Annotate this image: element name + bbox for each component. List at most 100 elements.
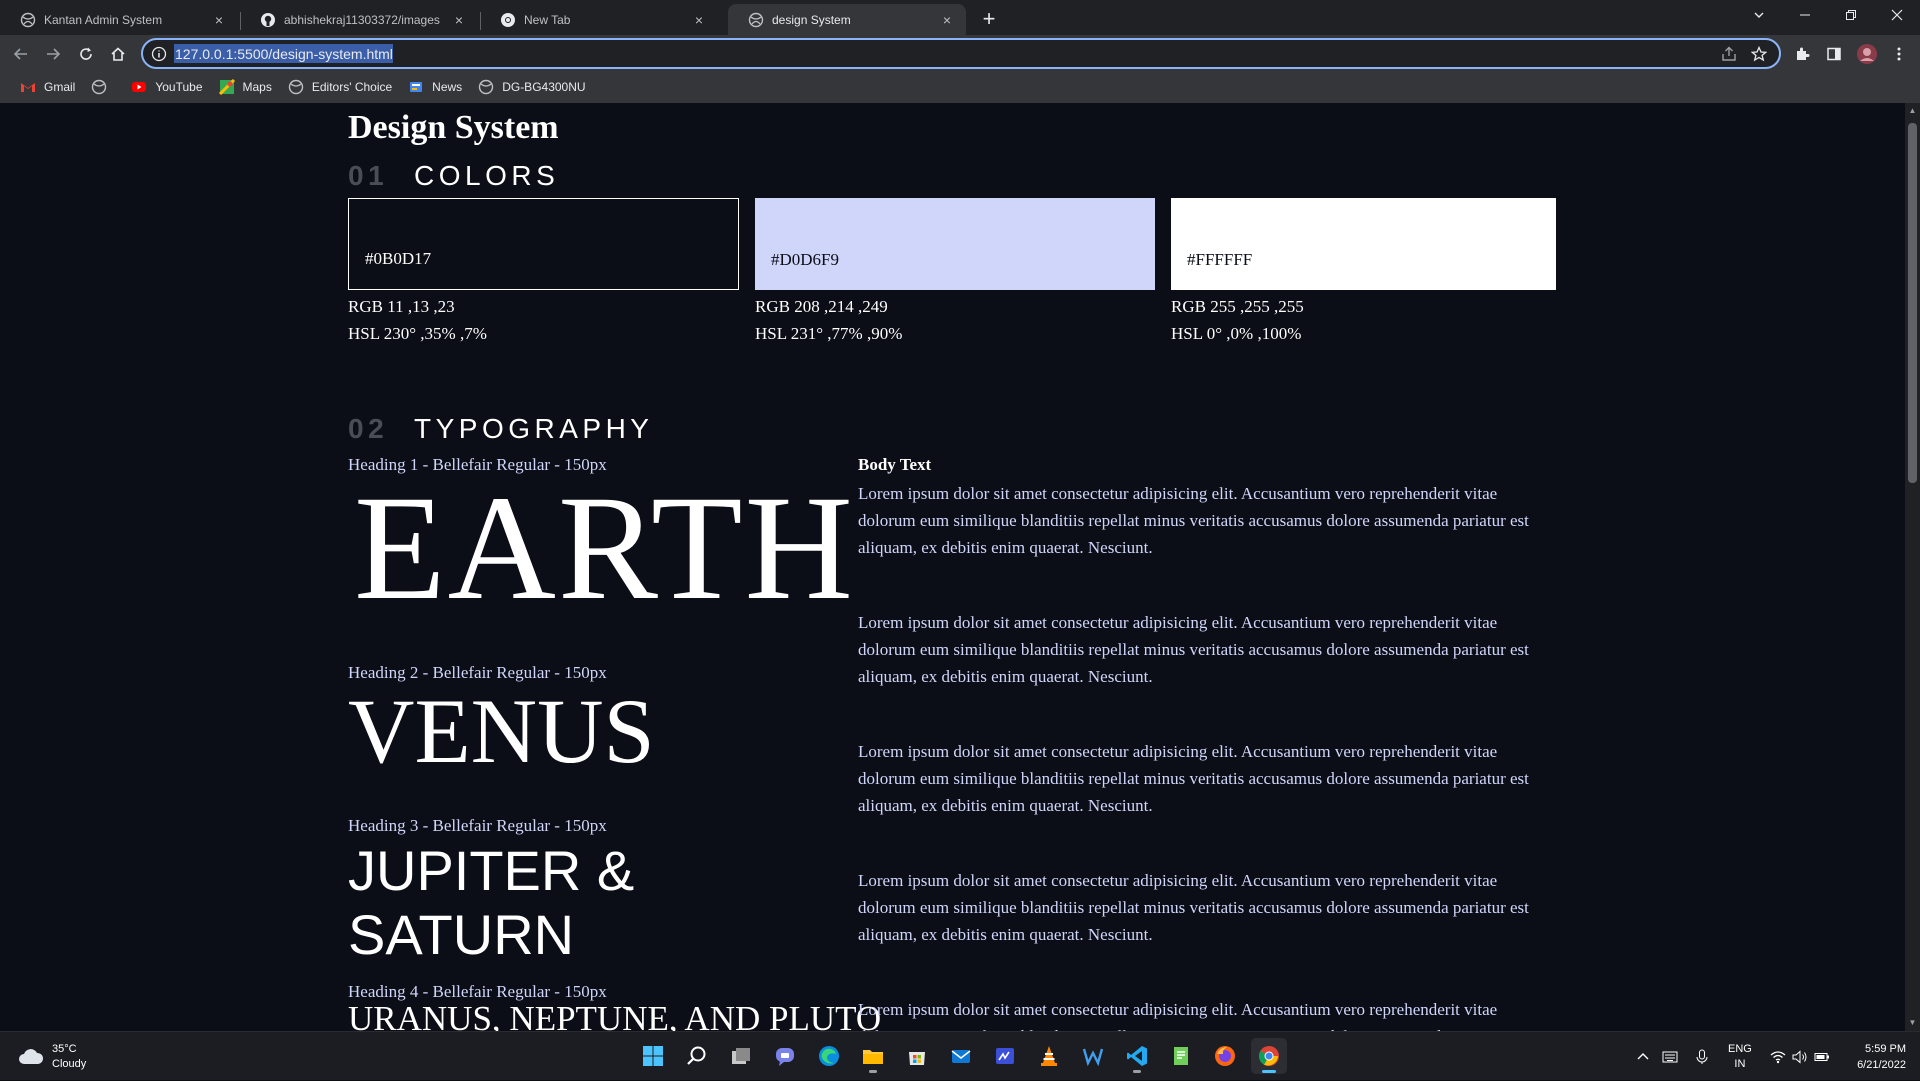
tab-close-button[interactable]: × <box>208 9 230 31</box>
vlc-icon <box>1041 1046 1057 1066</box>
restore-button[interactable] <box>1828 0 1874 30</box>
swatch-rgb: RGB 255 ,255 ,255 <box>1171 297 1304 316</box>
language-code: ENG <box>1728 1042 1752 1055</box>
scroll-up-arrow[interactable]: ▲ <box>1908 106 1917 115</box>
clock-date: 6/21/2022 <box>1857 1059 1906 1071</box>
chat-button[interactable] <box>767 1038 803 1074</box>
more-vertical-icon <box>1897 47 1901 61</box>
input-language-button[interactable]: ENG IN <box>1728 1032 1752 1081</box>
start-button[interactable] <box>635 1038 671 1074</box>
scroll-down-arrow[interactable]: ▼ <box>1908 1018 1917 1027</box>
vertical-scrollbar[interactable]: ▲ ▼ <box>1905 103 1920 1031</box>
home-button[interactable] <box>103 39 133 69</box>
tab-close-button[interactable]: × <box>448 9 470 31</box>
section-title: COLORS <box>414 160 560 191</box>
task-view-button[interactable] <box>723 1038 759 1074</box>
active-indicator <box>1262 1070 1276 1073</box>
back-button[interactable] <box>6 39 36 69</box>
side-panel-button[interactable] <box>1822 42 1846 66</box>
vscode-icon <box>1127 1046 1147 1066</box>
avatar-icon <box>1857 44 1877 64</box>
whiteboard-icon <box>996 1048 1014 1064</box>
network-volume-battery-button[interactable] <box>1770 1032 1830 1081</box>
search-icon <box>687 1046 706 1065</box>
clock-button[interactable]: 5:59 PM 6/21/2022 <box>1857 1041 1906 1073</box>
weather-widget[interactable]: 35°C Cloudy <box>18 1042 86 1072</box>
color-swatch-dark: #0B0D17 <box>348 198 739 290</box>
tab-search-button[interactable] <box>1736 0 1782 30</box>
address-bar[interactable] <box>141 38 1781 69</box>
profile-button[interactable] <box>1855 42 1879 66</box>
swatch-hex: #FFFFFF <box>1187 250 1253 269</box>
microsoft-store-button[interactable] <box>899 1038 935 1074</box>
page-viewport: Design System 01 COLORS #0B0D17 RGB 11 ,… <box>0 103 1905 1031</box>
chrome-taskbar-button[interactable] <box>1251 1038 1287 1074</box>
firefox-icon <box>1215 1046 1235 1066</box>
close-window-button[interactable] <box>1874 0 1920 30</box>
taskbar-search-button[interactable] <box>679 1038 715 1074</box>
new-tab-button[interactable]: + <box>975 5 1003 33</box>
tab-github-images[interactable]: abhishekraj11303372/images × <box>240 4 478 35</box>
minimize-button[interactable] <box>1782 0 1828 30</box>
chrome-menu-button[interactable] <box>1887 42 1911 66</box>
tab-close-button[interactable]: × <box>688 9 710 31</box>
youtube-icon <box>132 82 147 92</box>
side-panel-icon <box>1827 47 1841 61</box>
forward-button[interactable] <box>38 39 68 69</box>
url-input[interactable] <box>175 45 1719 62</box>
tab-new-tab[interactable]: New Tab × <box>480 4 718 35</box>
task-view-icon <box>732 1048 750 1064</box>
tab-kantan-admin[interactable]: Kantan Admin System × <box>0 4 238 35</box>
reload-icon <box>80 47 92 60</box>
vlc-button[interactable] <box>1031 1038 1067 1074</box>
news-icon <box>410 82 423 92</box>
store-icon <box>909 1052 925 1065</box>
swatch-hex: #D0D6F9 <box>771 250 840 269</box>
globe-icon <box>20 12 36 27</box>
tab-title: New Tab <box>524 12 571 27</box>
puzzle-icon <box>1797 47 1810 60</box>
reload-button[interactable] <box>71 39 101 69</box>
show-hidden-icons-button[interactable] <box>1636 1032 1650 1081</box>
bookmark-dg-bg4300nu[interactable]: DG-BG4300NU <box>470 75 593 99</box>
section-colors-heading: 01 COLORS <box>348 160 559 192</box>
edge-button[interactable] <box>811 1038 847 1074</box>
scrollbar-thumb[interactable] <box>1908 123 1917 483</box>
info-icon[interactable] <box>151 46 167 62</box>
firefox-button[interactable] <box>1207 1038 1243 1074</box>
wps-button[interactable] <box>1075 1038 1111 1074</box>
heading-3-label: Heading 3 - Bellefair Regular - 150px <box>348 816 607 835</box>
heading-3-sample: JUPITER & SATURN <box>348 839 635 966</box>
bookmark-maps[interactable]: Maps <box>211 75 280 99</box>
keyboard-region: IN <box>1734 1057 1746 1070</box>
share-button[interactable] <box>1719 44 1739 64</box>
browser-toolbar: Gmail YouTube Maps Editors' Choice News … <box>0 35 1920 103</box>
extensions-button[interactable] <box>1790 42 1814 66</box>
touch-keyboard-button[interactable] <box>1662 1032 1678 1081</box>
bookmark-news[interactable]: News <box>400 75 470 99</box>
bookmark-gmail[interactable]: Gmail <box>12 75 83 99</box>
notepad-button[interactable] <box>1163 1038 1199 1074</box>
bookmark-label: YouTube <box>155 80 203 94</box>
file-explorer-button[interactable] <box>855 1038 891 1074</box>
microphone-button[interactable] <box>1695 1032 1709 1081</box>
swatch-rgb: RGB 11 ,13 ,23 <box>348 297 455 316</box>
bookmark-star-button[interactable] <box>1749 44 1769 64</box>
color-swatch-white: #FFFFFF <box>1171 198 1556 290</box>
whiteboard-button[interactable] <box>987 1038 1023 1074</box>
minimize-icon <box>1800 14 1810 16</box>
bookmark-label: Gmail <box>44 80 76 94</box>
bookmark-globe[interactable] <box>83 75 123 99</box>
close-icon <box>1891 9 1903 21</box>
bookmark-editors-choice[interactable]: Editors' Choice <box>280 75 400 99</box>
tab-design-system[interactable]: design System × <box>728 4 966 35</box>
bookmark-youtube[interactable]: YouTube <box>123 75 210 99</box>
section-typography-heading: 02 TYPOGRAPHY <box>348 413 653 445</box>
mail-button[interactable] <box>943 1038 979 1074</box>
chrome-icon <box>1258 1046 1279 1066</box>
tab-close-button[interactable]: × <box>936 9 958 31</box>
vscode-button[interactable] <box>1119 1038 1155 1074</box>
swatch-values-white: RGB 255 ,255 ,255 HSL 0° ,0% ,100% <box>1171 293 1304 347</box>
maps-icon <box>218 79 235 95</box>
body-paragraph: Lorem ipsum dolor sit amet consectetur a… <box>858 742 1529 815</box>
